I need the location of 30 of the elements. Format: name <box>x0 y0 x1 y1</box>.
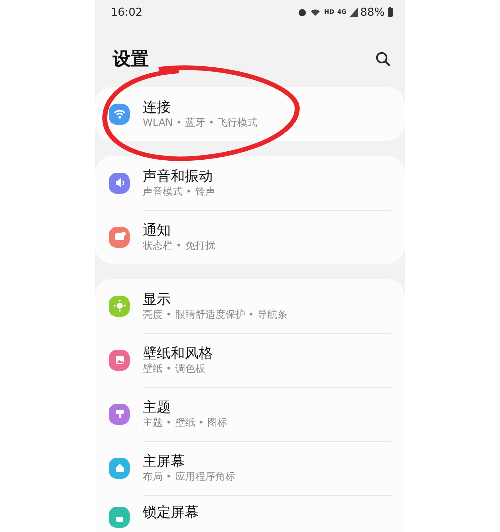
settings-item[interactable]: 通知 状态栏 • 免打扰 <box>95 210 405 264</box>
item-title: 壁纸和风格 <box>143 344 214 362</box>
settings-item[interactable]: 锁定屏幕 <box>95 495 405 532</box>
item-title: 锁定屏幕 <box>143 504 200 522</box>
item-title: 主题 <box>143 398 172 416</box>
settings-item[interactable]: 显示 亮度 • 眼睛舒适度保护 • 导航条 <box>95 279 405 333</box>
item-subtitle: 主题 • 壁纸 • 图标 <box>143 416 229 430</box>
settings-item[interactable]: 连接 WLAN • 蓝牙 • 飞行模式 <box>95 87 405 141</box>
item-title: 主屏幕 <box>143 452 186 470</box>
page-title: 设置 <box>113 48 149 71</box>
item-subtitle: 状态栏 • 免打扰 <box>143 240 216 254</box>
wifi-icon <box>310 8 322 16</box>
item-subtitle: 亮度 • 眼睛舒适度保护 • 导航条 <box>143 308 289 322</box>
item-subtitle: WLAN • 蓝牙 • 飞行模式 <box>143 116 259 130</box>
status-time: 16:02 <box>111 6 143 18</box>
settings-item[interactable]: 主题 主题 • 壁纸 • 图标 <box>95 387 405 441</box>
battery-percent: 88% <box>360 6 385 18</box>
search-icon[interactable] <box>376 52 391 66</box>
item-title: 显示 <box>143 290 172 308</box>
item-subtitle: 壁纸 • 调色板 <box>143 362 206 376</box>
item-subtitle: 声音模式 • 铃声 <box>143 186 216 200</box>
settings-item[interactable]: 主屏幕 布局 • 应用程序角标 <box>95 441 405 495</box>
battery-icon <box>388 7 393 17</box>
settings-item[interactable]: 声音和振动 声音模式 • 铃声 <box>95 156 405 210</box>
item-title: 连接 <box>143 98 172 116</box>
item-title: 声音和振动 <box>143 168 214 186</box>
signal-icon <box>350 8 358 16</box>
item-title: 通知 <box>143 222 172 240</box>
settings-item[interactable]: 壁纸和风格 壁纸 • 调色板 <box>95 333 405 387</box>
item-subtitle: 布局 • 应用程序角标 <box>143 470 236 484</box>
